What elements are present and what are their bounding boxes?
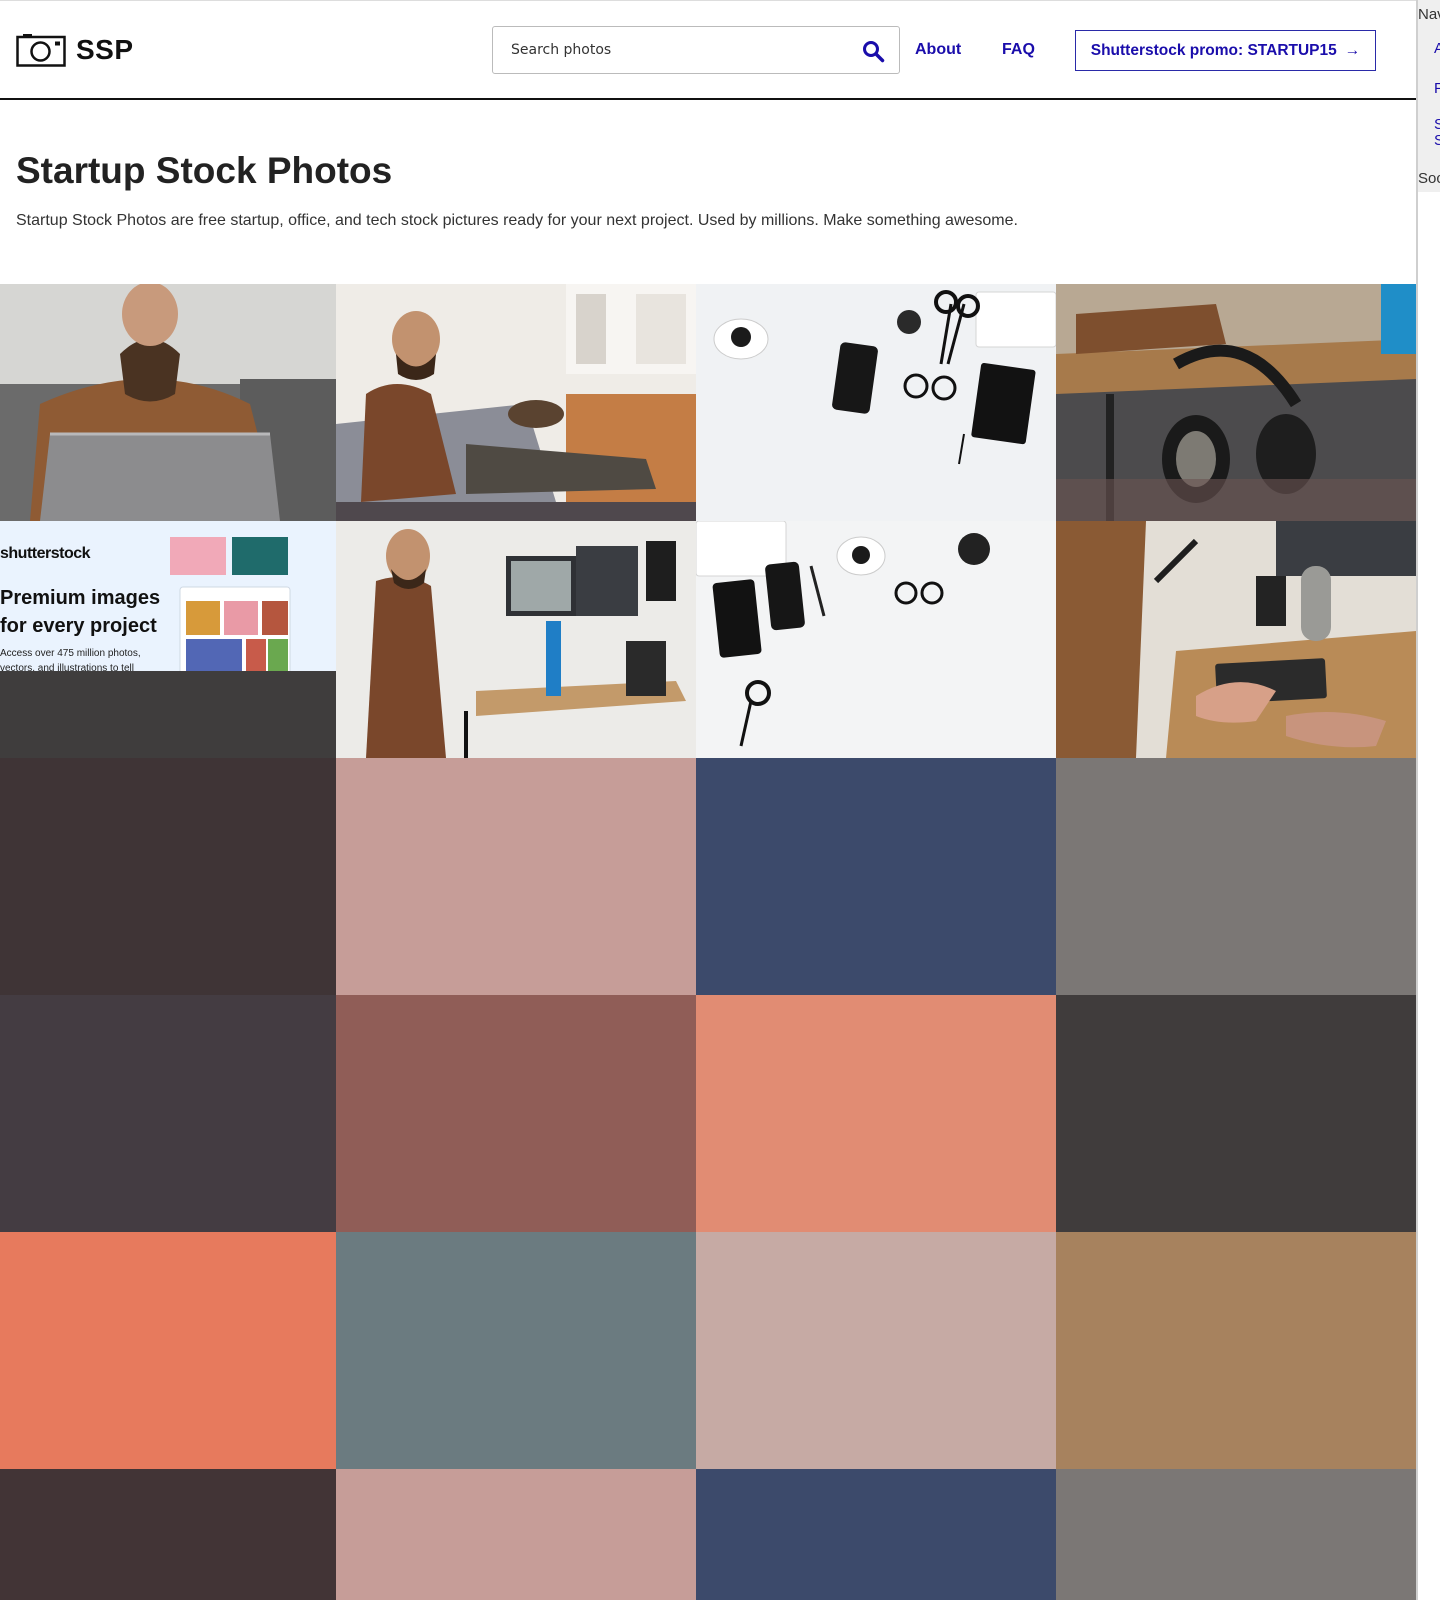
arrow-right-icon: → — [1344, 41, 1361, 59]
side-panel-social-heading: Soc — [1418, 170, 1440, 187]
photo-image — [696, 284, 1056, 521]
photo-desk-flatlay-scissors[interactable] — [696, 284, 1056, 521]
search-box — [492, 26, 900, 74]
side-panel-link[interactable]: S — [1434, 116, 1440, 133]
search-input[interactable] — [493, 27, 853, 73]
photo-placeholder-tile[interactable] — [1056, 995, 1416, 1232]
page-description: Startup Stock Photos are free startup, o… — [16, 212, 1018, 229]
ad-placeholder — [0, 671, 336, 758]
photo-placeholder-tile[interactable] — [1056, 758, 1416, 995]
photo-desk-flatlay-keyboard[interactable] — [696, 521, 1056, 758]
photo-placeholder-tile[interactable] — [1056, 1232, 1416, 1469]
ad-headline: Premium images for every project — [0, 587, 161, 637]
search-button[interactable] — [861, 39, 885, 63]
logo-text: SSP — [76, 34, 134, 65]
site-header: SSP About FAQ Shutterstock promo: STARTU… — [0, 0, 1416, 100]
side-panel-edge: Nav A F S S Soc — [1416, 0, 1440, 1600]
logo-link[interactable]: SSP — [16, 33, 134, 67]
camera-icon — [16, 34, 66, 67]
ad-banner: shutterstock Premium images for every pr… — [0, 521, 336, 674]
photo-placeholder-tile[interactable] — [696, 1469, 1056, 1600]
ad-tile[interactable]: shutterstock Premium images for every pr… — [0, 521, 336, 758]
photo-man-phone-dog-couch[interactable] — [336, 284, 696, 521]
photo-placeholder-tile[interactable] — [336, 995, 696, 1232]
photo-placeholder-tile[interactable] — [696, 1232, 1056, 1469]
photo-image — [336, 521, 696, 758]
side-panel-nav-heading: Nav — [1418, 6, 1440, 23]
photo-hands-keyboard-microphone[interactable] — [1056, 521, 1416, 758]
photo-image — [1056, 521, 1416, 758]
photo-image — [0, 284, 336, 521]
ad-collage-image — [170, 537, 291, 671]
side-panel-link[interactable]: F — [1434, 80, 1440, 97]
ad-brand-wordmark: shutterstock — [0, 545, 91, 562]
photo-man-standing-desk-monitors[interactable] — [336, 521, 696, 758]
photo-placeholder-tile[interactable] — [0, 1469, 336, 1600]
side-panel-link[interactable]: S — [1434, 132, 1440, 149]
photo-placeholder-tile[interactable] — [0, 1232, 336, 1469]
page-title: Startup Stock Photos — [16, 150, 393, 191]
photo-man-laptop-couch[interactable] — [0, 284, 336, 521]
promo-button[interactable]: Shutterstock promo: STARTUP15 → — [1075, 30, 1376, 71]
promo-label: Shutterstock promo: STARTUP15 — [1090, 41, 1337, 59]
photo-placeholder-tile[interactable] — [336, 1469, 696, 1600]
photo-placeholder-tile[interactable] — [1056, 1469, 1416, 1600]
photo-image — [1056, 284, 1416, 521]
photo-headphones-desk[interactable] — [1056, 284, 1416, 521]
search-icon — [863, 41, 885, 63]
side-panel: Nav A F S S Soc — [1418, 0, 1440, 192]
photo-image — [336, 284, 696, 521]
photo-placeholder-tile[interactable] — [696, 995, 1056, 1232]
nav-faq-link[interactable]: FAQ — [1002, 41, 1035, 59]
nav-about-link[interactable]: About — [915, 41, 961, 59]
photo-image — [696, 521, 1056, 758]
photo-placeholder-tile[interactable] — [696, 758, 1056, 995]
photo-placeholder-tile[interactable] — [336, 758, 696, 995]
side-panel-link[interactable]: A — [1434, 40, 1440, 57]
photo-placeholder-tile[interactable] — [0, 995, 336, 1232]
photo-placeholder-tile[interactable] — [336, 1232, 696, 1469]
photo-placeholder-tile[interactable] — [0, 758, 336, 995]
